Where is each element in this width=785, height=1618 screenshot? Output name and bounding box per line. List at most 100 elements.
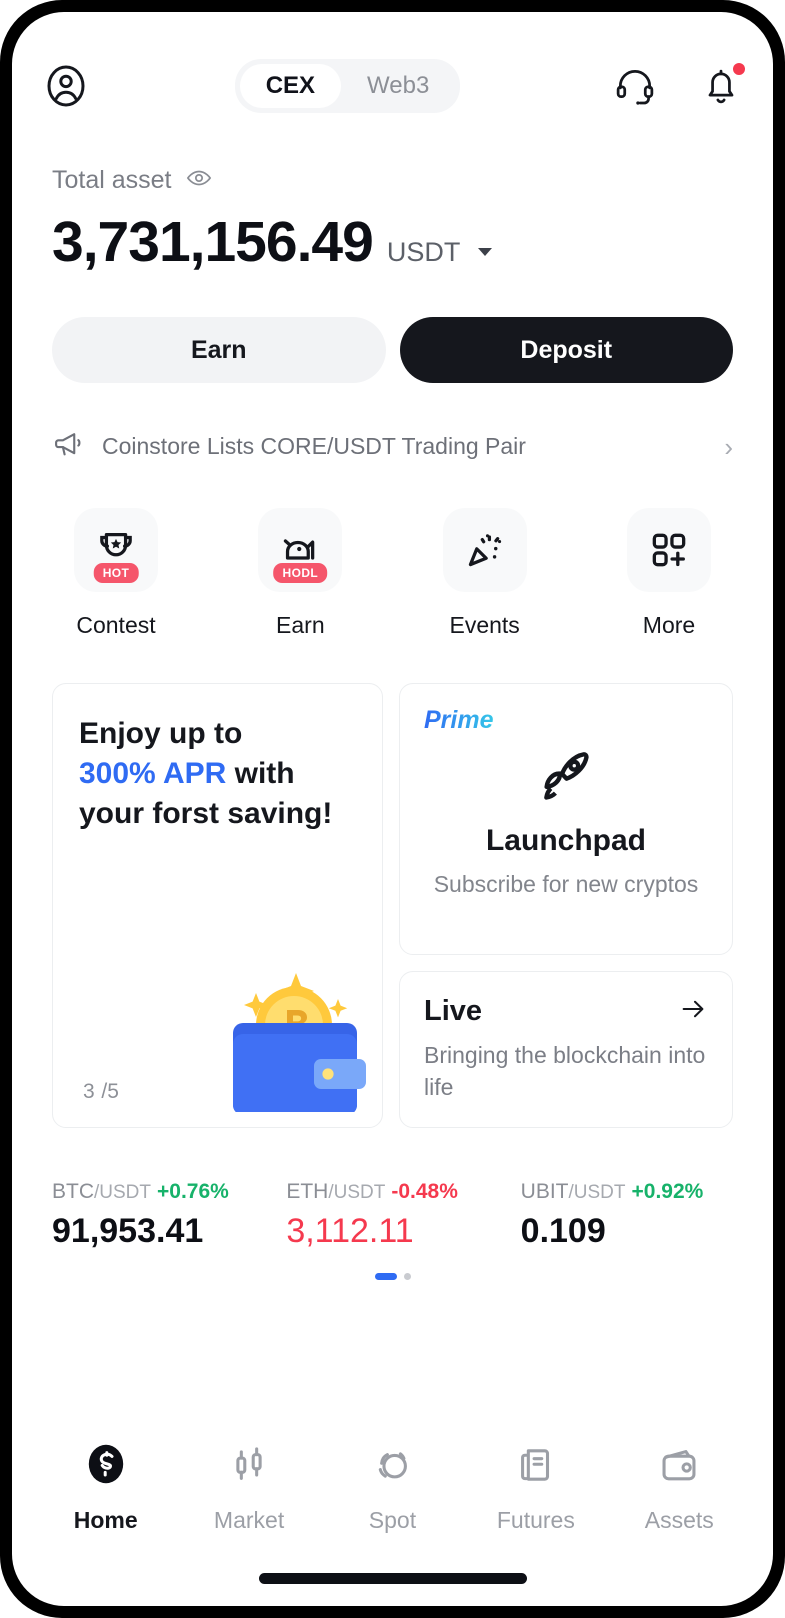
ticker-base: BTC xyxy=(52,1180,94,1203)
nav-label: Futures xyxy=(496,1507,575,1533)
bottom-navigation: Home Market Spot Futures Assets xyxy=(12,1440,773,1534)
quick-action-label: Contest xyxy=(76,612,156,638)
ticker-base: UBIT xyxy=(520,1180,569,1203)
ticker-ubit[interactable]: UBIT/USDT +0.92% 0.109 xyxy=(521,1180,733,1251)
tab-cex[interactable]: CEX xyxy=(239,64,342,108)
wallet-bitcoin-icon xyxy=(178,937,368,1117)
app-screen: CEX Web3 Total asset 3,731,156.49 USDT E… xyxy=(12,12,773,1606)
ticker-price: 91,953.41 xyxy=(52,1212,204,1250)
nav-item-futures[interactable]: Futures xyxy=(481,1442,591,1534)
quick-action-label: More xyxy=(642,612,696,638)
headset-icon[interactable] xyxy=(613,64,657,108)
document-chart-icon xyxy=(513,1442,559,1493)
coinstore-logo-icon xyxy=(82,1440,130,1493)
promo-card[interactable]: Enjoy up to 300% APR with your forst sav… xyxy=(52,683,383,1128)
chevron-down-icon[interactable] xyxy=(478,248,493,256)
nav-label: Assets xyxy=(644,1507,714,1533)
top-bar-left xyxy=(42,62,90,110)
earn-button[interactable]: Earn xyxy=(52,317,386,383)
ticker-quote: /USDT xyxy=(328,1182,386,1203)
ticker-change: +0.76% xyxy=(157,1180,229,1203)
cards-right-column: Prime Launchpad Subscribe for new crypto… xyxy=(399,683,733,1128)
ticker-price: 0.109 xyxy=(520,1212,606,1250)
quick-action-earn[interactable]: HODL Earn xyxy=(252,508,348,639)
home-indicator xyxy=(258,1573,527,1584)
nav-label: Spot xyxy=(368,1507,417,1533)
quick-action-label: Earn xyxy=(276,612,325,638)
nav-item-market[interactable]: Market xyxy=(194,1442,304,1534)
ticker-header: BTC/USDT +0.76% xyxy=(52,1180,264,1204)
ticker-row: BTC/USDT +0.76% 91,953.41 ETH/USDT -0.48% … xyxy=(12,1128,773,1251)
promo-line-3: your forst saving! xyxy=(79,796,333,830)
promo-text: Enjoy up to 300% APR with your forst sav… xyxy=(79,714,356,834)
eye-icon[interactable] xyxy=(185,164,213,197)
carousel-dots[interactable] xyxy=(12,1273,773,1280)
quick-action-more[interactable]: More xyxy=(621,508,717,639)
bell-icon[interactable] xyxy=(699,63,745,108)
primary-actions: Earn Deposit xyxy=(12,275,773,383)
cards-section: Enjoy up to 300% APR with your forst sav… xyxy=(12,639,773,1128)
announcement-text: Coinstore Lists CORE/USDT Trading Pair xyxy=(102,433,526,459)
nav-label: Market xyxy=(213,1507,285,1533)
top-bar-right xyxy=(613,63,745,108)
live-card[interactable]: Live Bringing the blockchain into life xyxy=(399,971,733,1128)
ticker-quote: /USDT xyxy=(568,1182,626,1203)
carousel-dot[interactable] xyxy=(403,1273,411,1280)
contest-badge: HOT xyxy=(93,563,139,583)
quick-action-events[interactable]: Events xyxy=(437,508,533,639)
swap-circles-icon xyxy=(369,1442,415,1493)
currency-selector[interactable]: USDT xyxy=(387,237,461,268)
total-asset-value: 3,731,156.49 xyxy=(52,210,374,274)
ticker-header: UBIT/USDT +0.92% xyxy=(521,1180,733,1204)
events-tile[interactable] xyxy=(442,508,527,592)
promo-line-2-rest: with xyxy=(226,756,295,790)
chevron-right-icon[interactable]: › xyxy=(724,434,733,460)
candlestick-icon xyxy=(226,1442,272,1493)
carousel-dot-active[interactable] xyxy=(374,1273,397,1280)
phone-frame: CEX Web3 Total asset 3,731,156.49 USDT E… xyxy=(0,0,785,1618)
nav-item-spot[interactable]: Spot xyxy=(337,1442,447,1534)
deposit-button[interactable]: Deposit xyxy=(399,317,733,383)
top-bar: CEX Web3 xyxy=(12,12,773,122)
ticker-base: ETH xyxy=(286,1180,329,1203)
live-card-header: Live xyxy=(424,994,708,1029)
promo-counter-total: /5 xyxy=(101,1080,119,1103)
total-asset-label-row: Total asset xyxy=(52,164,733,197)
launchpad-subtitle: Subscribe for new cryptos xyxy=(433,871,699,897)
user-circle-icon[interactable] xyxy=(42,62,90,110)
megaphone-icon xyxy=(52,427,86,466)
nav-item-assets[interactable]: Assets xyxy=(624,1442,734,1534)
earn-tile[interactable]: HODL xyxy=(258,508,343,592)
nav-label: Home xyxy=(73,1507,138,1533)
earn-badge: HODL xyxy=(273,563,328,583)
rocket-icon xyxy=(535,743,597,810)
wallet-icon xyxy=(656,1442,702,1493)
promo-counter-current: 3 xyxy=(83,1080,95,1103)
ticker-price: 3,112.11 xyxy=(286,1212,414,1250)
promo-highlight: 300% APR xyxy=(79,756,227,790)
announcement-bar[interactable]: Coinstore Lists CORE/USDT Trading Pair › xyxy=(12,383,773,466)
quick-action-contest[interactable]: HOT Contest xyxy=(68,508,164,639)
cex-web3-toggle[interactable]: CEX Web3 xyxy=(234,59,461,113)
quick-action-label: Events xyxy=(449,612,520,638)
contest-tile[interactable]: HOT xyxy=(74,508,158,592)
ticker-header: ETH/USDT -0.48% xyxy=(286,1180,498,1204)
arrow-right-icon[interactable] xyxy=(678,994,708,1029)
ticker-quote: /USDT xyxy=(94,1182,151,1203)
ticker-btc[interactable]: BTC/USDT +0.76% 91,953.41 xyxy=(52,1180,264,1251)
more-tile[interactable] xyxy=(626,508,711,592)
tab-web3[interactable]: Web3 xyxy=(341,64,455,108)
launchpad-title: Launchpad xyxy=(485,824,646,857)
total-asset-label: Total asset xyxy=(52,166,172,194)
ticker-change: -0.48% xyxy=(391,1180,458,1203)
live-subtitle: Bringing the blockchain into life xyxy=(424,1042,706,1101)
quick-actions-row: HOT Contest HODL Earn Events More xyxy=(12,466,773,639)
ticker-eth[interactable]: ETH/USDT -0.48% 3,112.11 xyxy=(286,1180,498,1251)
prime-tag: Prime xyxy=(424,706,494,734)
ticker-change: +0.92% xyxy=(631,1180,704,1203)
total-asset-section: Total asset 3,731,156.49 USDT xyxy=(12,122,773,275)
launchpad-card[interactable]: Prime Launchpad Subscribe for new crypto… xyxy=(399,683,733,955)
live-title: Live xyxy=(424,995,483,1027)
nav-item-home[interactable]: Home xyxy=(51,1440,161,1534)
promo-counter: 3 /5 xyxy=(83,1077,119,1105)
